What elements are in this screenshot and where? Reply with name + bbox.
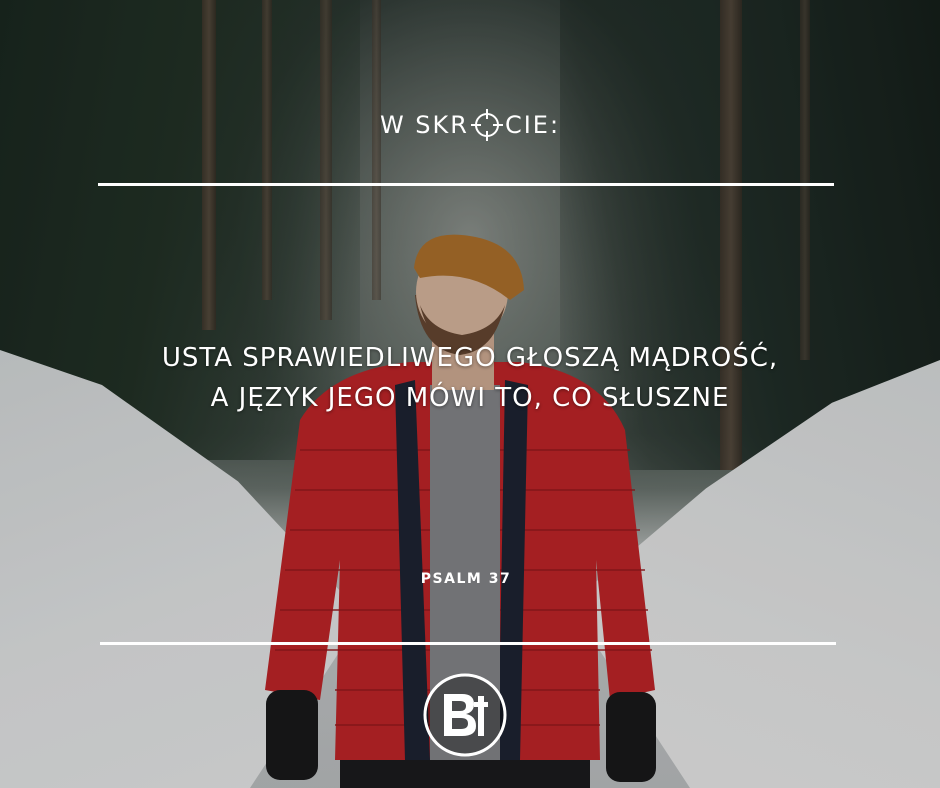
quote-line-2: A JĘZYK JEGO MÓWI TO, CO SŁUSZNE	[210, 383, 730, 413]
header-title: W SKR CIE:	[0, 108, 940, 142]
bt-logo-icon	[423, 673, 507, 757]
quote-line-1: USTA SPRAWIEDLIWEGO GŁOSZĄ MĄDROŚĆ,	[161, 343, 779, 373]
quote-text: USTA SPRAWIEDLIWEGO GŁOSZĄ MĄDROŚĆ, A JĘ…	[0, 338, 940, 418]
psalm-reference: PSALM 37	[420, 571, 512, 587]
crosshair-target-icon	[470, 109, 503, 141]
header-title-right: CIE:	[504, 111, 561, 139]
bottom-divider	[100, 642, 836, 645]
top-divider	[98, 183, 834, 186]
header-title-left: W SKR	[379, 111, 469, 139]
